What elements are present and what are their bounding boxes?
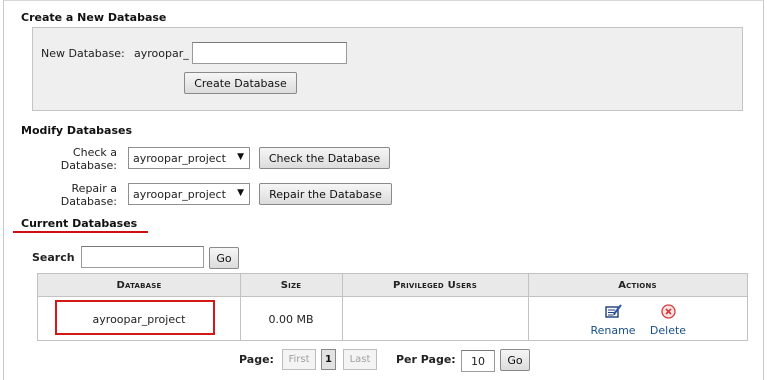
create-database-heading: Create a New Database bbox=[21, 11, 167, 24]
column-header-size[interactable]: Size bbox=[240, 280, 342, 291]
current-page-button[interactable]: 1 bbox=[321, 349, 336, 370]
search-input[interactable] bbox=[81, 246, 204, 268]
column-header-privileged-users: Privileged Users bbox=[393, 280, 477, 291]
repair-database-button[interactable]: Repair the Database bbox=[259, 183, 392, 205]
delete-action[interactable]: Delete bbox=[645, 304, 691, 337]
repair-database-label: Repair a Database: bbox=[57, 182, 117, 208]
check-database-select[interactable]: ayroopar_project ▼ bbox=[128, 147, 250, 169]
frame-right-border bbox=[763, 0, 764, 380]
check-database-label: Check a Database: bbox=[57, 146, 117, 172]
delete-x-circle-icon bbox=[660, 304, 676, 322]
column-divider bbox=[528, 274, 529, 340]
column-divider bbox=[240, 274, 241, 340]
check-database-button[interactable]: Check the Database bbox=[259, 147, 390, 169]
rename-edit-icon bbox=[604, 304, 622, 322]
page-label: Page: bbox=[239, 353, 274, 366]
repair-database-selected-value: ayroopar_project bbox=[133, 187, 226, 201]
check-database-label-line1: Check a bbox=[72, 146, 117, 159]
per-page-input[interactable]: 10 bbox=[461, 350, 495, 372]
per-page-label: Per Page: bbox=[396, 353, 456, 366]
triangle-down-icon: ▼ bbox=[237, 188, 244, 198]
table-header: Database Size Privileged Users Actions bbox=[38, 274, 747, 297]
search-label: Search bbox=[32, 251, 75, 264]
frame-left-border bbox=[3, 0, 4, 380]
highlight-box bbox=[55, 300, 215, 335]
last-page-button[interactable]: Last bbox=[343, 349, 377, 370]
triangle-down-icon: ▼ bbox=[237, 152, 244, 162]
current-databases-heading: Current Databases bbox=[21, 217, 138, 230]
database-size-cell: 0.00 MB bbox=[268, 313, 314, 326]
highlight-underline bbox=[13, 231, 148, 233]
create-database-panel bbox=[32, 27, 743, 111]
new-database-label: New Database: bbox=[41, 47, 125, 60]
database-prefix: ayroopar_ bbox=[134, 47, 189, 60]
repair-database-label-line1: Repair a bbox=[71, 182, 117, 195]
per-page-go-button[interactable]: Go bbox=[500, 349, 530, 371]
delete-link[interactable]: Delete bbox=[650, 324, 686, 337]
column-header-database[interactable]: Database bbox=[38, 280, 240, 291]
column-header-actions: Actions bbox=[618, 280, 657, 291]
create-database-button[interactable]: Create Database bbox=[184, 72, 297, 94]
new-database-input[interactable] bbox=[192, 42, 347, 64]
check-database-selected-value: ayroopar_project bbox=[133, 151, 226, 165]
repair-database-label-line2: Database: bbox=[60, 195, 117, 208]
repair-database-select[interactable]: ayroopar_project ▼ bbox=[128, 183, 250, 205]
modify-databases-heading: Modify Databases bbox=[21, 124, 133, 137]
check-database-label-line2: Database: bbox=[60, 159, 117, 172]
rename-action[interactable]: Rename bbox=[587, 304, 639, 337]
column-divider bbox=[342, 274, 343, 340]
search-go-button[interactable]: Go bbox=[209, 247, 239, 269]
frame-top-border bbox=[3, 0, 764, 1]
rename-link[interactable]: Rename bbox=[590, 324, 635, 337]
first-page-button[interactable]: First bbox=[282, 349, 316, 370]
